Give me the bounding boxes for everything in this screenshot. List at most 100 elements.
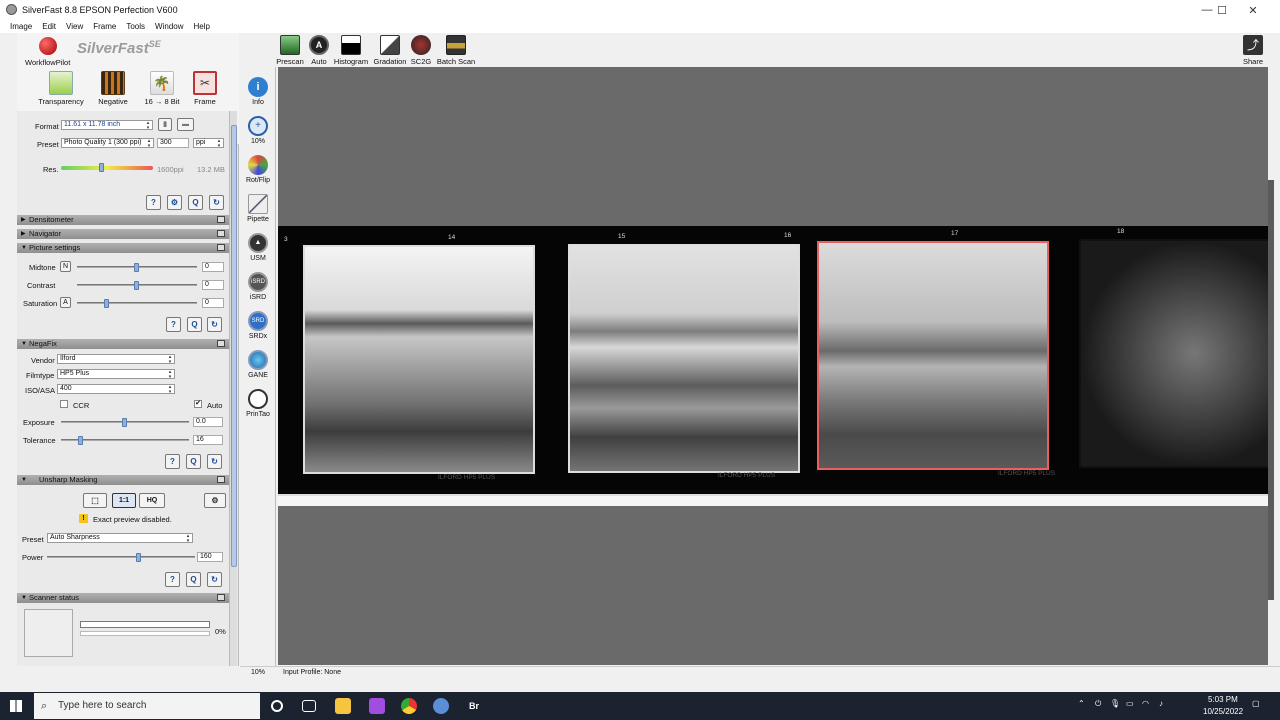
film-frame-image[interactable] [1079,239,1271,468]
prescan-button[interactable]: Prescan [276,35,304,66]
printao-tool[interactable]: PrinTao [240,389,276,418]
midtone-knob[interactable] [134,263,139,272]
vendor-select[interactable]: Ilford [57,354,175,364]
chrome-icon[interactable] [401,698,417,714]
isrd-tool[interactable]: iSRD iSRD [240,272,276,301]
tray-wifi-icon[interactable]: ◠ [1142,699,1149,708]
clock-time[interactable]: 5:03 PM [1208,695,1238,704]
ccr-checkbox[interactable] [60,400,68,408]
section-window-icon[interactable] [217,340,225,347]
frame-tool[interactable]: ✂ Frame [181,71,229,106]
power-value[interactable]: 160 [197,552,223,562]
menu-window[interactable]: Window [155,22,183,31]
navigator-section[interactable]: ▶ Navigator [17,229,229,239]
resolution-slider[interactable] [61,163,153,172]
iso-select[interactable]: 400 [57,384,175,394]
silverfast-taskbar-icon[interactable] [433,698,449,714]
preview-zoom-button[interactable]: Q [186,572,201,587]
gane-tool[interactable]: GANE [240,350,276,379]
clock-date[interactable]: 10/25/2022 [1203,707,1243,716]
ppi-field[interactable]: 300 [157,138,189,148]
contrast-knob[interactable] [134,281,139,290]
section-window-icon[interactable] [217,244,225,251]
usm-preset-select[interactable]: Auto Sharpness [47,533,193,543]
unsharp-masking-section[interactable]: ▼ Unsharp Masking [17,475,229,485]
pipette-tool[interactable]: Pipette [240,194,276,223]
exposure-value[interactable]: 0.0 [193,417,223,427]
menu-frame[interactable]: Frame [93,22,116,31]
reset-button[interactable]: ↻ [207,317,222,332]
power-knob[interactable] [135,553,141,562]
film-frame-image[interactable] [303,245,535,474]
unsharp-gear-icon[interactable]: ⚙ [204,493,226,508]
midtone-mode-button[interactable]: N [60,261,71,272]
histogram-button[interactable]: Histogram [332,35,370,66]
close-button[interactable]: ✕ [1238,0,1268,20]
exposure-knob[interactable] [122,418,127,427]
section-window-icon[interactable] [217,594,225,601]
cortana-icon[interactable] [271,700,283,712]
ppi-unit-select[interactable]: ppi [193,138,224,148]
transparency-tool[interactable]: Transparency [37,71,85,106]
info-tool[interactable]: i Info [240,77,276,106]
preview-zoom-button[interactable]: Q [187,317,202,332]
menu-edit[interactable]: Edit [42,22,56,31]
tolerance-knob[interactable] [78,436,84,445]
menu-view[interactable]: View [66,22,83,31]
preview-scrollbar[interactable] [1268,180,1274,600]
menu-tools[interactable]: Tools [126,22,145,31]
preset-select[interactable]: Photo Quality 1 (300 ppi) [61,138,154,148]
sc2g-button[interactable]: SC2G [410,35,432,66]
saturation-value[interactable]: 0 [202,298,224,308]
share-button[interactable]: ⤴ Share [1240,35,1266,66]
bitdepth-tool[interactable]: 🌴 16 → 8 Bit [138,71,186,106]
section-window-icon[interactable] [217,230,225,237]
contrast-value[interactable]: 0 [202,280,224,290]
scanner-status-section[interactable]: ▼ Scanner status [17,593,229,603]
section-window-icon[interactable] [217,216,225,223]
resolution-knob[interactable] [99,163,105,172]
workflowpilot-icon[interactable] [39,37,57,55]
auto-button[interactable]: A Auto [308,35,330,66]
power-slider[interactable] [47,553,195,562]
tray-display-icon[interactable]: ▭ [1126,699,1134,708]
negafix-section[interactable]: ▼ NegaFix [17,339,229,349]
tolerance-slider[interactable] [61,436,189,445]
section-window-icon[interactable] [217,476,225,483]
rotate-flip-tool[interactable]: Rot/Flip [240,155,276,184]
saturation-mode-button[interactable]: A [60,297,71,308]
usm-tool[interactable]: ▲ USM [240,233,276,262]
zoom-tool[interactable]: +10% [240,116,276,145]
task-view-icon[interactable] [302,700,316,712]
menu-help[interactable]: Help [194,22,210,31]
contrast-slider[interactable] [77,281,197,290]
landscape-button[interactable]: ▬ [177,118,194,131]
help-button[interactable]: ? [166,317,181,332]
settings-gear-icon[interactable]: ⚙ [167,195,182,210]
picture-settings-section[interactable]: ▼ Picture settings [17,243,229,253]
saturation-slider[interactable] [77,299,197,308]
file-explorer-icon[interactable] [335,698,351,714]
batch-scan-button[interactable]: Batch Scan [436,35,476,66]
preview-frame-button[interactable]: ⬚ [83,493,107,508]
tray-mic-icon[interactable]: 🎙 [1110,699,1120,708]
format-select[interactable]: 11.61 x 11.78 inch [61,120,153,130]
help-button[interactable]: ? [165,454,180,469]
panel-scrollbar-thumb[interactable] [231,125,237,567]
tolerance-value[interactable]: 16 [193,435,223,445]
saturation-knob[interactable] [104,299,109,308]
portrait-button[interactable]: ▮ [158,118,172,131]
reset-button[interactable]: ↻ [207,454,222,469]
tray-chevron-icon[interactable]: ⌃ [1078,699,1085,708]
bridge-icon[interactable]: Br [466,698,482,714]
film-frame-selected[interactable] [817,241,1049,470]
app-icon[interactable] [369,698,385,714]
notification-icon[interactable]: ▢ [1252,699,1260,708]
tray-volume-icon[interactable]: ♪ [1159,699,1163,708]
maximize-button[interactable]: ☐ [1207,0,1237,20]
midtone-slider[interactable] [77,263,197,272]
densitometer-section[interactable]: ▶ Densitometer [17,215,229,225]
help-button[interactable]: ? [165,572,180,587]
filmtype-select[interactable]: HP5 Plus [57,369,175,379]
reset-button[interactable]: ↻ [207,572,222,587]
